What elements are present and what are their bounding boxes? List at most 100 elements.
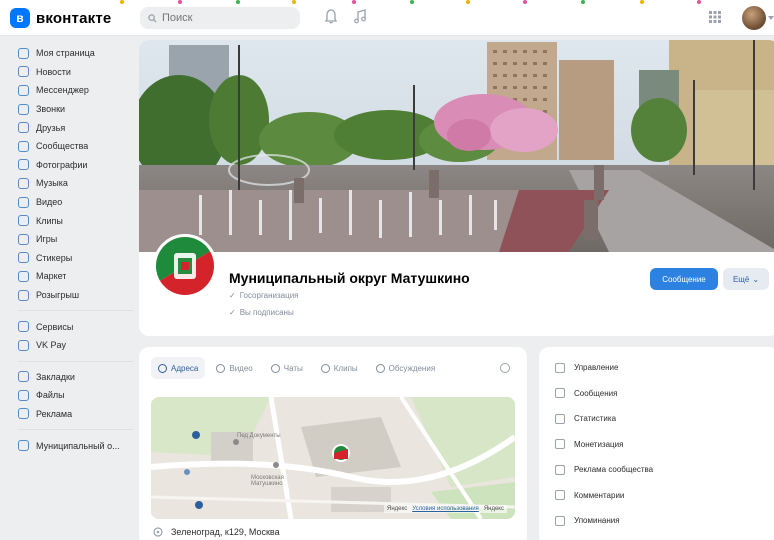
- management-item[interactable]: Управление: [555, 355, 653, 381]
- photo-icon: [18, 159, 29, 171]
- sidebar-item[interactable]: Игры: [18, 230, 133, 249]
- search-box[interactable]: [140, 7, 300, 29]
- sidebar-item-label: Музыка: [36, 178, 68, 189]
- music-icon: [18, 177, 29, 189]
- sticker-icon: [18, 252, 29, 264]
- search-input[interactable]: [162, 12, 292, 24]
- info-tab[interactable]: Видео: [209, 357, 259, 379]
- management-item[interactable]: Реклама сообщества: [555, 457, 653, 483]
- management-item-label: Комментарии: [574, 490, 625, 500]
- sidebar-item[interactable]: Звонки: [18, 100, 133, 119]
- sidebar-item-label: Мессенджер: [36, 85, 89, 96]
- search-icon: [148, 13, 157, 23]
- sidebar-item[interactable]: Маркет: [18, 267, 133, 286]
- sidebar-item[interactable]: Музыка: [18, 174, 133, 193]
- info-tab[interactable]: Чаты: [264, 357, 310, 379]
- subscription-status[interactable]: ✓ Вы подписаны: [229, 308, 294, 317]
- management-item[interactable]: Сообщения: [555, 381, 653, 407]
- sidebar-item-label: Игры: [36, 234, 58, 245]
- sidebar-item-label: Сообщества: [36, 141, 89, 152]
- tab-icon: [270, 363, 280, 373]
- sidebar-item[interactable]: Муниципальный о...: [18, 436, 133, 455]
- more-tabs-icon[interactable]: [500, 363, 510, 373]
- sidebar-item-label: Новости: [36, 66, 71, 77]
- sidebar-item-label: Розыгрыш: [36, 290, 80, 301]
- map-place-label: Московская Матушкино: [251, 475, 284, 487]
- sidebar-item[interactable]: Мессенджер: [18, 81, 133, 100]
- management-item-label: Упоминания: [574, 516, 620, 526]
- user-icon: [18, 47, 29, 59]
- location-map[interactable]: Пед Документы Московская Матушкино Яндек…: [151, 397, 515, 519]
- sidebar-item[interactable]: Файлы: [18, 386, 133, 405]
- music-icon[interactable]: [353, 9, 367, 24]
- management-list: Управление Сообщения Статистика Монетизация…: [555, 355, 653, 534]
- management-item-label: Сообщения: [574, 388, 618, 398]
- message-icon: [555, 388, 565, 399]
- sidebar-item-label: Файлы: [36, 390, 65, 401]
- bell-icon[interactable]: [325, 9, 337, 24]
- sidebar-item[interactable]: Видео: [18, 193, 133, 212]
- community-type-label: Госорганизация: [239, 291, 299, 300]
- management-item[interactable]: Монетизация: [555, 432, 653, 458]
- map-terms-link[interactable]: Условия использования: [412, 506, 479, 512]
- sidebar-divider: [18, 429, 133, 431]
- community-avatar[interactable]: [153, 234, 217, 298]
- tab-icon: [375, 363, 385, 373]
- management-item[interactable]: Статистика: [555, 406, 653, 432]
- management-item[interactable]: Упоминания: [555, 508, 653, 534]
- sidebar-main-group: Моя страница Новости Мессенджер Звонки Друзь…: [18, 44, 133, 304]
- sidebar-item-label: VK Pay: [36, 340, 67, 351]
- sidebar-item[interactable]: Клипы: [18, 211, 133, 230]
- news-icon: [18, 66, 29, 78]
- check-icon: ✓: [229, 308, 236, 317]
- info-tab[interactable]: Обсуждения: [369, 357, 443, 379]
- sidebar-item[interactable]: Сервисы: [18, 317, 133, 336]
- tab-icon: [216, 363, 226, 373]
- info-tabs: Адреса Видео Чаты Клипы Обсуждения: [151, 357, 442, 379]
- sidebar-item[interactable]: Новости: [18, 63, 133, 82]
- message-button[interactable]: Сообщение: [650, 268, 718, 290]
- community-info-card: Адреса Видео Чаты Клипы Обсуждения Пед Докум…: [139, 347, 527, 540]
- sidebar-item[interactable]: Моя страница: [18, 44, 133, 63]
- services-icon: [18, 321, 29, 333]
- sidebar-communities-group: Муниципальный о...: [18, 436, 133, 455]
- community-name: Муниципальный округ Матушкино: [229, 270, 470, 286]
- management-item[interactable]: Комментарии: [555, 483, 653, 509]
- sidebar-item-label: Стикеры: [36, 252, 73, 263]
- festive-garland: [0, 0, 774, 5]
- vk-logo[interactable]: в вконтакте: [10, 8, 111, 28]
- sidebar-divider: [18, 310, 133, 312]
- sidebar-item[interactable]: VK Pay: [18, 336, 133, 355]
- sidebar-item[interactable]: Друзья: [18, 118, 133, 137]
- tab-label: Видео: [229, 363, 253, 373]
- sidebar-item[interactable]: Стикеры: [18, 249, 133, 268]
- phone-icon: [18, 103, 29, 115]
- sidebar-item-label: Фотографии: [36, 159, 88, 170]
- sidebar-item[interactable]: Фотографии: [18, 156, 133, 175]
- sidebar-item[interactable]: Реклама: [18, 405, 133, 424]
- apps-icon[interactable]: [709, 11, 721, 23]
- sidebar-item[interactable]: Розыгрыш: [18, 286, 133, 305]
- more-button[interactable]: Ещё ⌄: [723, 268, 769, 290]
- management-item-label: Монетизация: [574, 439, 624, 449]
- friends-icon: [18, 122, 29, 134]
- sidebar-item-label: Моя страница: [36, 48, 95, 59]
- management-item-label: Реклама сообщества: [574, 465, 654, 475]
- stats-icon: [555, 413, 565, 424]
- info-tab[interactable]: Клипы: [314, 357, 365, 379]
- sidebar-item[interactable]: Сообщества: [18, 137, 133, 156]
- sidebar-item[interactable]: Закладки: [18, 368, 133, 387]
- top-header: в вконтакте: [0, 0, 774, 36]
- market-icon: [18, 270, 29, 282]
- bookmark-icon: [18, 371, 29, 383]
- community-header-card: Муниципальный округ Матушкино ✓ Госорган…: [139, 40, 774, 336]
- settings-icon: [555, 362, 565, 373]
- sidebar-divider: [18, 360, 133, 362]
- map-place-label: Пед Документы: [237, 433, 281, 439]
- vk-logo-icon: в: [10, 8, 30, 28]
- video-icon: [18, 196, 29, 208]
- user-avatar[interactable]: [742, 6, 774, 30]
- info-tab[interactable]: Адреса: [151, 357, 206, 379]
- address-row[interactable]: Зеленоград, к129, Москва: [153, 527, 280, 537]
- sidebar-item-label: Клипы: [36, 215, 63, 226]
